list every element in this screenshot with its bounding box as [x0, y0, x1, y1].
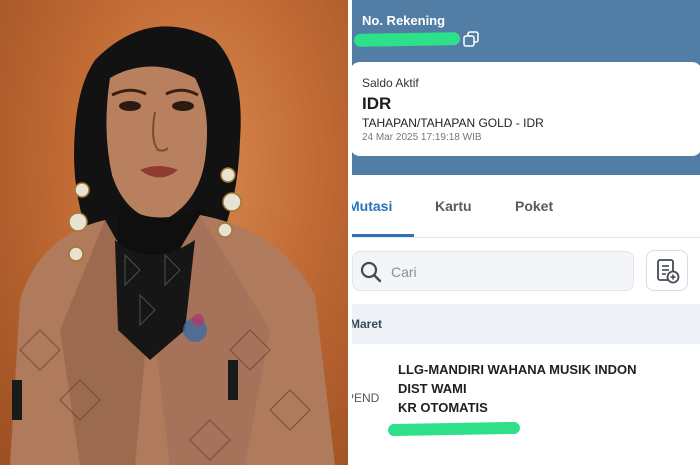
portrait-photo — [0, 0, 350, 465]
product-name: TAHAPAN/TAHAPAN GOLD - IDR — [362, 116, 544, 130]
transaction-row[interactable]: PEND LLG-MANDIRI WAHANA MUSIK INDON DIST… — [352, 344, 700, 465]
portrait-illustration — [10, 26, 335, 465]
statement-button[interactable] — [646, 250, 688, 291]
tab-poket[interactable]: Poket — [515, 198, 553, 214]
month-label: Maret — [352, 317, 383, 331]
search-box[interactable] — [352, 251, 634, 291]
month-header: Maret — [352, 304, 700, 344]
copy-icon[interactable] — [463, 31, 479, 47]
document-icon — [657, 259, 680, 284]
transaction-description-line-2: DIST WAMI — [398, 381, 467, 396]
transaction-description-line-1: LLG-MANDIRI WAHANA MUSIK INDON — [398, 362, 637, 377]
saldo-label: Saldo Aktif — [362, 76, 419, 90]
currency: IDR — [362, 94, 392, 113]
account-header: No. Rekening Saldo Aktif IDR TAHAPAN/TAH… — [352, 0, 700, 175]
redacted-amount — [387, 421, 521, 437]
active-tab-indicator — [352, 234, 414, 237]
tab-mutasi[interactable]: Mutasi — [352, 198, 392, 214]
search-input[interactable] — [391, 261, 621, 283]
redacted-account-number — [353, 32, 461, 47]
account-number-label: No. Rekening — [362, 13, 446, 28]
tab-kartu[interactable]: Kartu — [435, 198, 472, 214]
transaction-description-line-3: KR OTOMATIS — [398, 400, 488, 415]
search-icon — [360, 261, 382, 283]
balance-card: Saldo Aktif IDR TAHAPAN/TAHAPAN GOLD - I… — [352, 62, 700, 156]
tab-bar: Mutasi Kartu Poket — [352, 188, 700, 238]
balance-timestamp: 24 Mar 2025 17:19:18 WIB — [362, 132, 482, 143]
transaction-type: PEND — [352, 391, 380, 405]
banking-app-screen: No. Rekening Saldo Aktif IDR TAHAPAN/TAH… — [352, 0, 700, 465]
